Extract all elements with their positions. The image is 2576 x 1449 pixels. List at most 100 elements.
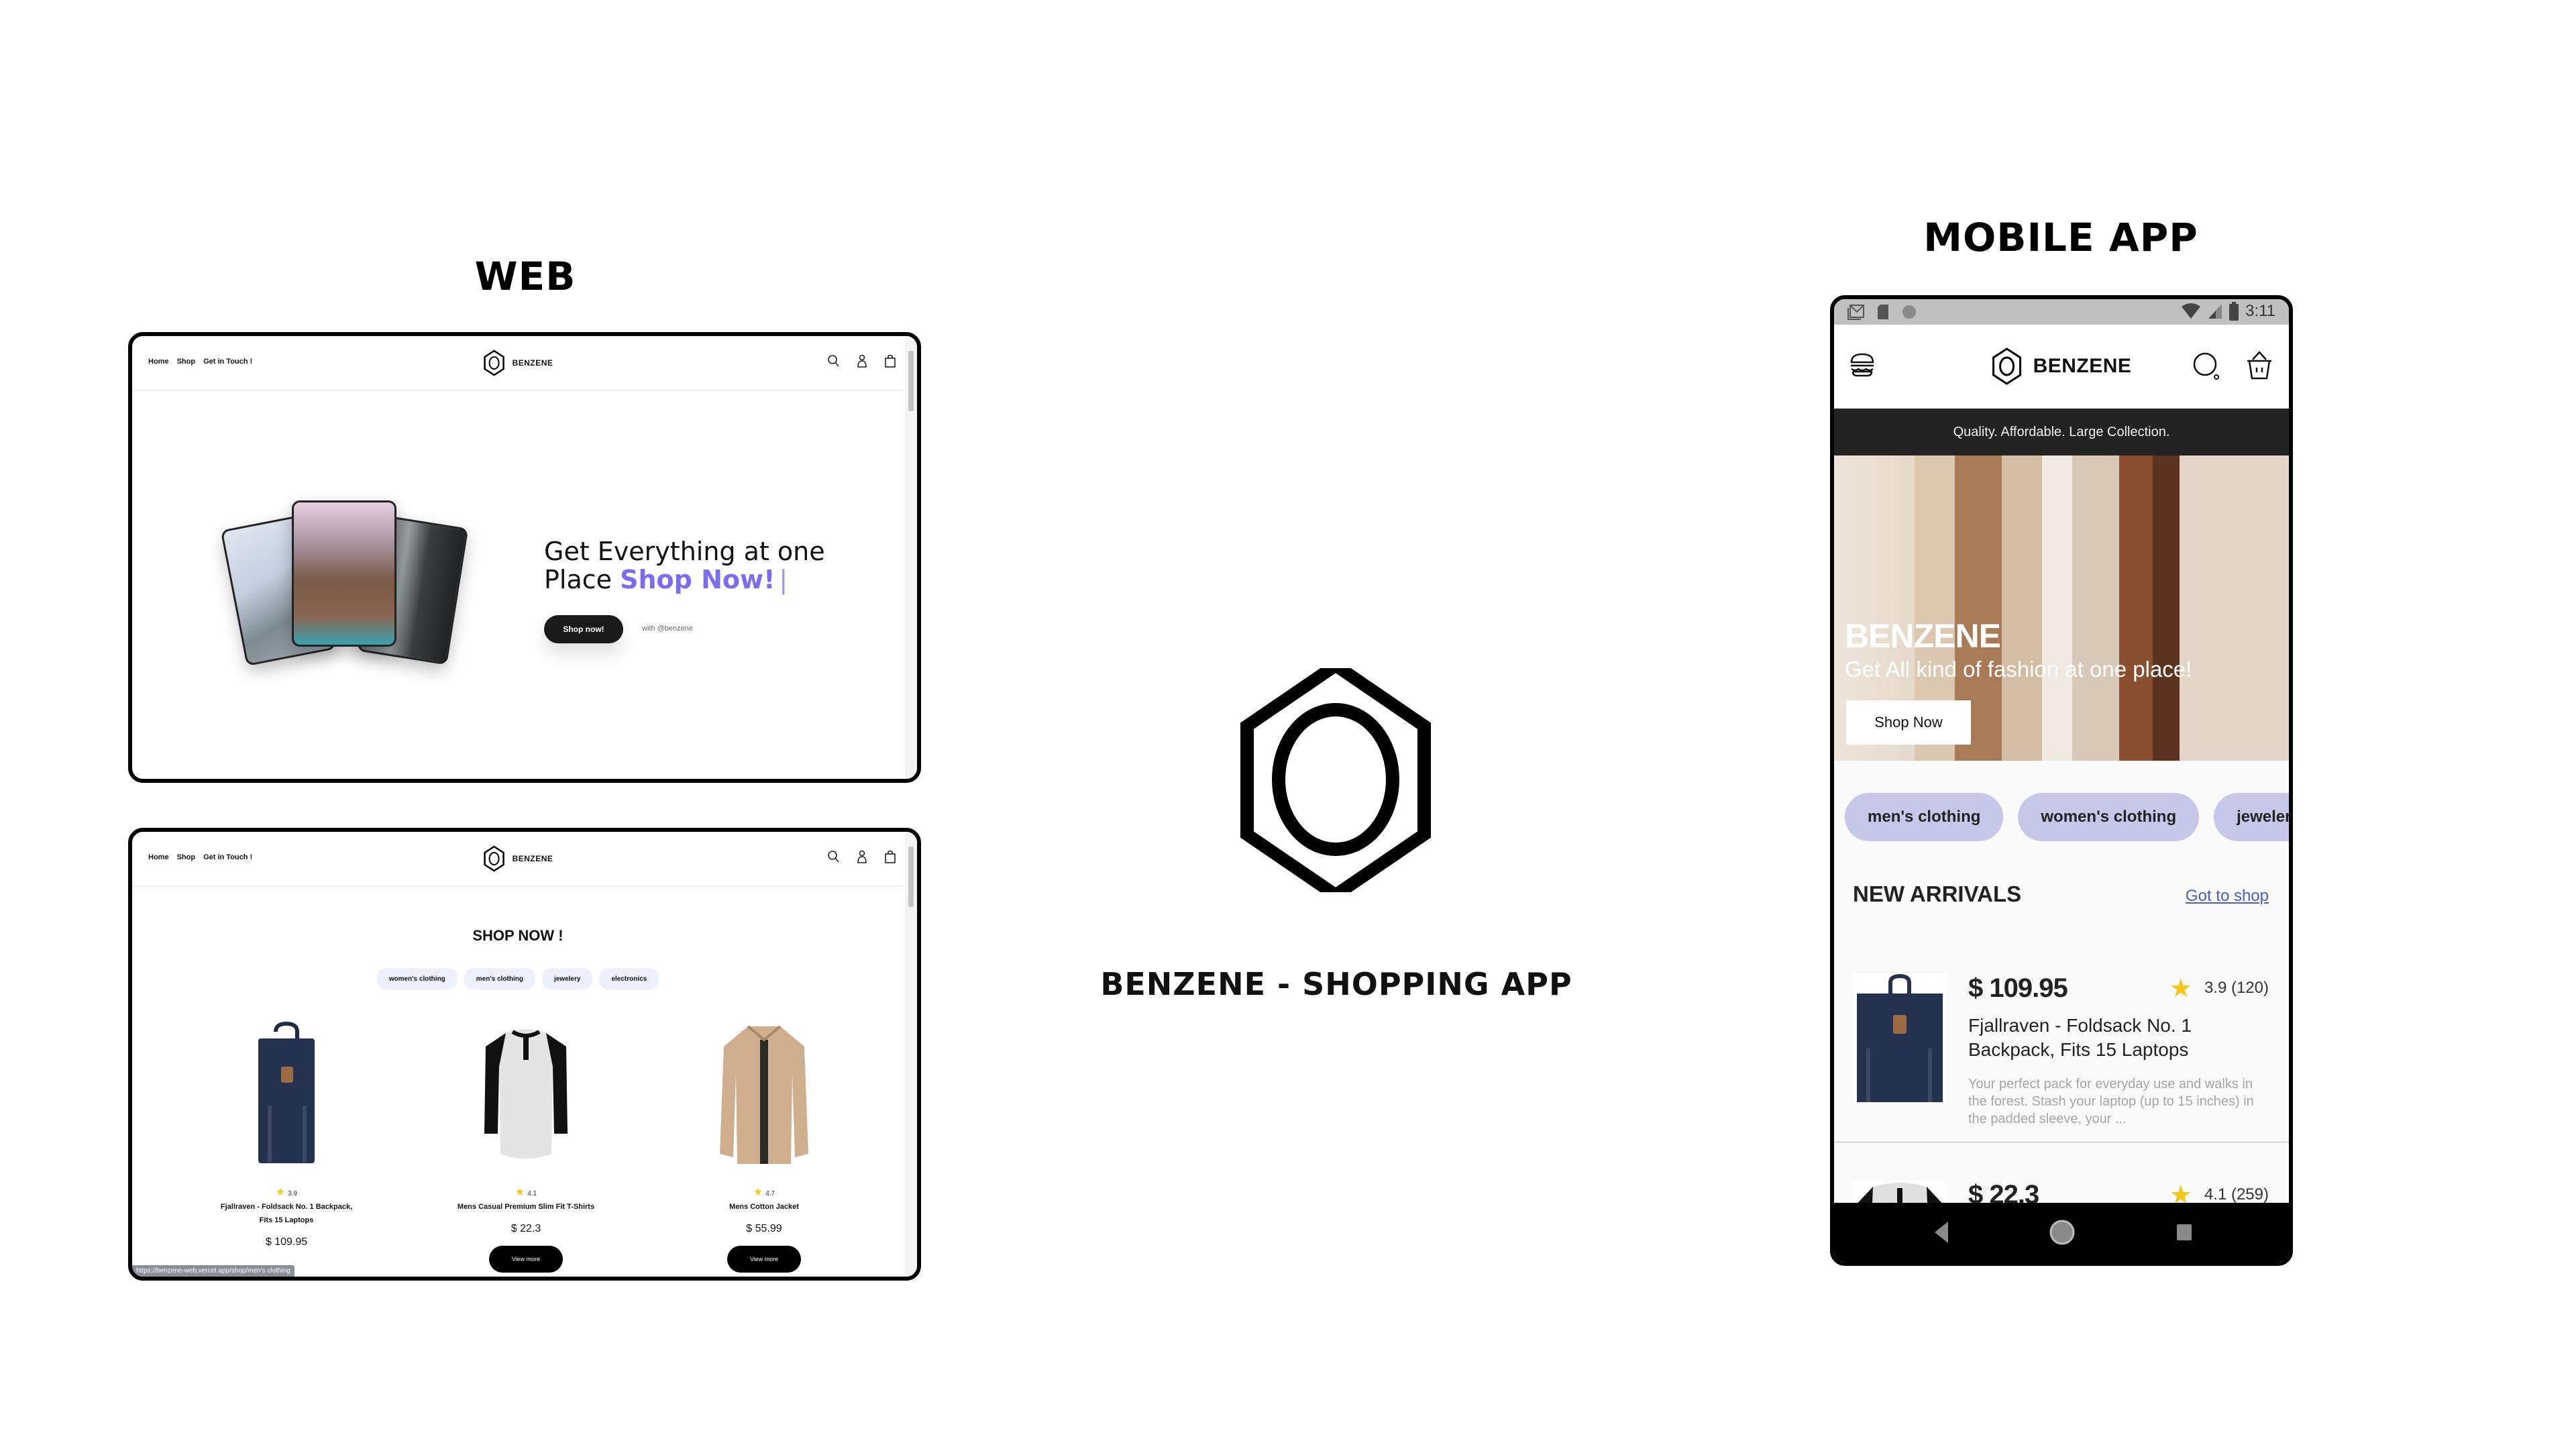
star-icon: ★ xyxy=(2169,975,2192,1003)
app-title: BENZENE - SHOPPING APP xyxy=(1100,966,1572,1002)
product-card[interactable]: ★ 4.1 Mens Casual Premium Slim Fit T-Shir… xyxy=(425,1020,627,1273)
scroll-thumb[interactable] xyxy=(908,847,914,907)
product-rating: ★ 4.7 xyxy=(663,1185,865,1199)
nav-link-home[interactable]: Home xyxy=(148,358,169,366)
mobile-brand-logo[interactable]: BENZENE xyxy=(1992,347,2132,385)
sync-icon xyxy=(1902,305,1916,319)
nav-link-home[interactable]: Home xyxy=(148,853,169,861)
mobile-brand-name: BENZENE xyxy=(2033,355,2132,377)
rating-value: 3.9 xyxy=(288,1190,298,1197)
hero-headline-prefix: Place xyxy=(544,565,621,594)
fashion-photo-card-man xyxy=(292,500,396,647)
burger-menu-icon[interactable] xyxy=(1849,352,1876,378)
category-chip-womens[interactable]: women's clothing xyxy=(2018,793,2200,841)
shop-page-title: SHOP NOW ! xyxy=(472,927,564,944)
hero-headline-accent: Shop Now! xyxy=(620,565,775,594)
benzene-logo-icon xyxy=(484,845,504,872)
tagline-banner: Quality. Affordable. Large Collection. xyxy=(1834,409,2289,455)
status-time: 3:11 xyxy=(2245,302,2275,320)
category-filter-chips: women's clothing men's clothing jewelery… xyxy=(132,968,904,989)
banner-subtitle: Get All kind of fashion at one place! xyxy=(1845,657,2192,682)
wifi-icon xyxy=(2182,303,2201,319)
rating-value: 4.7 xyxy=(765,1190,775,1197)
category-chip-mens[interactable]: men's clothing xyxy=(464,968,535,989)
search-icon[interactable] xyxy=(2192,352,2222,381)
android-status-bar: 3:11 xyxy=(1834,299,2289,325)
sd-card-icon xyxy=(1878,305,1888,319)
product-rating: ★ 3.9 xyxy=(186,1185,387,1199)
typing-caret: | xyxy=(779,565,788,594)
category-chip-womens[interactable]: women's clothing xyxy=(376,968,458,989)
star-icon: ★ xyxy=(275,1187,286,1198)
hero-shop-now-button[interactable]: Shop now! xyxy=(544,615,623,643)
tshirt-product-image xyxy=(484,1029,568,1159)
banner-garment xyxy=(2072,455,2119,761)
user-icon[interactable] xyxy=(855,354,869,368)
arrival-list-item[interactable]: $ 109.95 ★ 3.9 (120) Fjallraven - Foldsac… xyxy=(1834,926,2289,1143)
search-icon[interactable] xyxy=(827,354,841,368)
go-to-shop-link[interactable]: Got to shop xyxy=(2186,887,2269,906)
web-home-screenshot: Home Shop Get in Touch ! BENZENE Get Eve… xyxy=(128,332,921,783)
banner-brand-name: BENZENE xyxy=(1845,617,2001,655)
search-icon[interactable] xyxy=(827,849,841,864)
product-name: Mens Cotton Jacket xyxy=(729,1203,799,1211)
banner-garment xyxy=(2153,455,2180,761)
shopping-bag-icon[interactable] xyxy=(883,354,897,368)
nav-link-contact[interactable]: Get in Touch ! xyxy=(203,853,252,861)
back-icon[interactable] xyxy=(1933,1219,1949,1246)
status-right-icons: 3:11 xyxy=(2181,302,2275,321)
arrival-rating: ★ 3.9 (120) xyxy=(2169,973,2269,1004)
nav-link-contact[interactable]: Get in Touch ! xyxy=(203,358,252,366)
arrival-price: $ 109.95 xyxy=(1968,973,2068,1003)
mobile-section-heading: MOBILE APP xyxy=(1923,215,2198,260)
product-name-line1: Fjallraven - Foldsack No. 1 Backpack, xyxy=(220,1203,353,1211)
banner-shop-now-button[interactable]: Shop Now xyxy=(1846,700,1971,745)
web-brand-name: BENZENE xyxy=(512,358,553,368)
product-name: Mens Casual Premium Slim Fit T-Shirts xyxy=(457,1203,595,1211)
mobile-app-screenshot: 3:11 BENZENE Quality. Affordable. Large … xyxy=(1830,295,2293,1266)
category-chip-electronics[interactable]: electronics xyxy=(599,968,659,989)
web-nav-icons xyxy=(827,849,897,864)
web-brand-logo[interactable]: BENZENE xyxy=(483,350,553,376)
hero-headline-line1: Get Everything at one xyxy=(544,537,825,566)
user-icon[interactable] xyxy=(855,849,869,864)
benzene-logo-icon xyxy=(484,350,504,376)
nav-link-shop[interactable]: Shop xyxy=(177,358,196,366)
home-icon[interactable] xyxy=(2049,1219,2076,1246)
recents-icon[interactable] xyxy=(2176,1219,2192,1246)
web-nav-links: Home Shop Get in Touch ! xyxy=(148,853,252,861)
basket-icon[interactable] xyxy=(2246,350,2273,381)
hero-headline-line2: Place Shop Now! | xyxy=(544,566,825,594)
web-nav-icons xyxy=(827,354,897,368)
product-price: $ 55.99 xyxy=(746,1223,782,1234)
arrival-title: Fjallraven - Foldsack No. 1 Backpack, Fi… xyxy=(1968,1015,2192,1060)
web-scrollbar[interactable] xyxy=(905,336,917,779)
jacket-product-image xyxy=(720,1025,808,1164)
web-nav-links: Home Shop Get in Touch ! xyxy=(148,358,252,366)
nav-link-shop[interactable]: Shop xyxy=(177,853,196,861)
hero-banner: BENZENE Get All kind of fashion at one p… xyxy=(1834,455,2289,761)
browser-status-url: https://benzene-web.vercel.app/shop/men'… xyxy=(132,1265,294,1277)
banner-garment xyxy=(2002,455,2042,761)
web-navbar: Home Shop Get in Touch ! BENZENE xyxy=(132,832,904,887)
banner-garment xyxy=(2180,455,2289,761)
view-more-button[interactable]: View more xyxy=(727,1246,801,1273)
category-chip-jewelery[interactable]: jewelery xyxy=(2214,793,2289,841)
view-more-button[interactable]: View more xyxy=(489,1246,563,1273)
scroll-thumb[interactable] xyxy=(908,351,914,411)
product-name: Fjallraven - Foldsack No. 1 Backpack, Fit… xyxy=(186,1200,387,1227)
web-navbar: Home Shop Get in Touch ! BENZENE xyxy=(132,336,904,391)
web-scrollbar[interactable] xyxy=(905,832,917,1277)
product-card[interactable]: ★ 3.9 Fjallraven - Foldsack No. 1 Backpac… xyxy=(186,1020,387,1248)
backpack-thumbnail xyxy=(1853,973,1947,1104)
benzene-logo-icon xyxy=(1240,668,1431,892)
shopping-bag-icon[interactable] xyxy=(883,849,897,864)
product-rating: ★ 4.1 xyxy=(425,1185,627,1199)
mobile-category-chips: men's clothing women's clothing jewelery xyxy=(1845,793,2289,841)
category-chip-jewelery[interactable]: jewelery xyxy=(541,968,593,989)
product-card[interactable]: ★ 4.7 Mens Cotton Jacket $ 55.99 View mor… xyxy=(663,1020,865,1273)
banner-garment xyxy=(2042,455,2072,761)
product-price: $ 109.95 xyxy=(265,1236,308,1248)
category-chip-mens[interactable]: men's clothing xyxy=(1845,793,2004,841)
web-brand-logo[interactable]: BENZENE xyxy=(483,845,553,872)
